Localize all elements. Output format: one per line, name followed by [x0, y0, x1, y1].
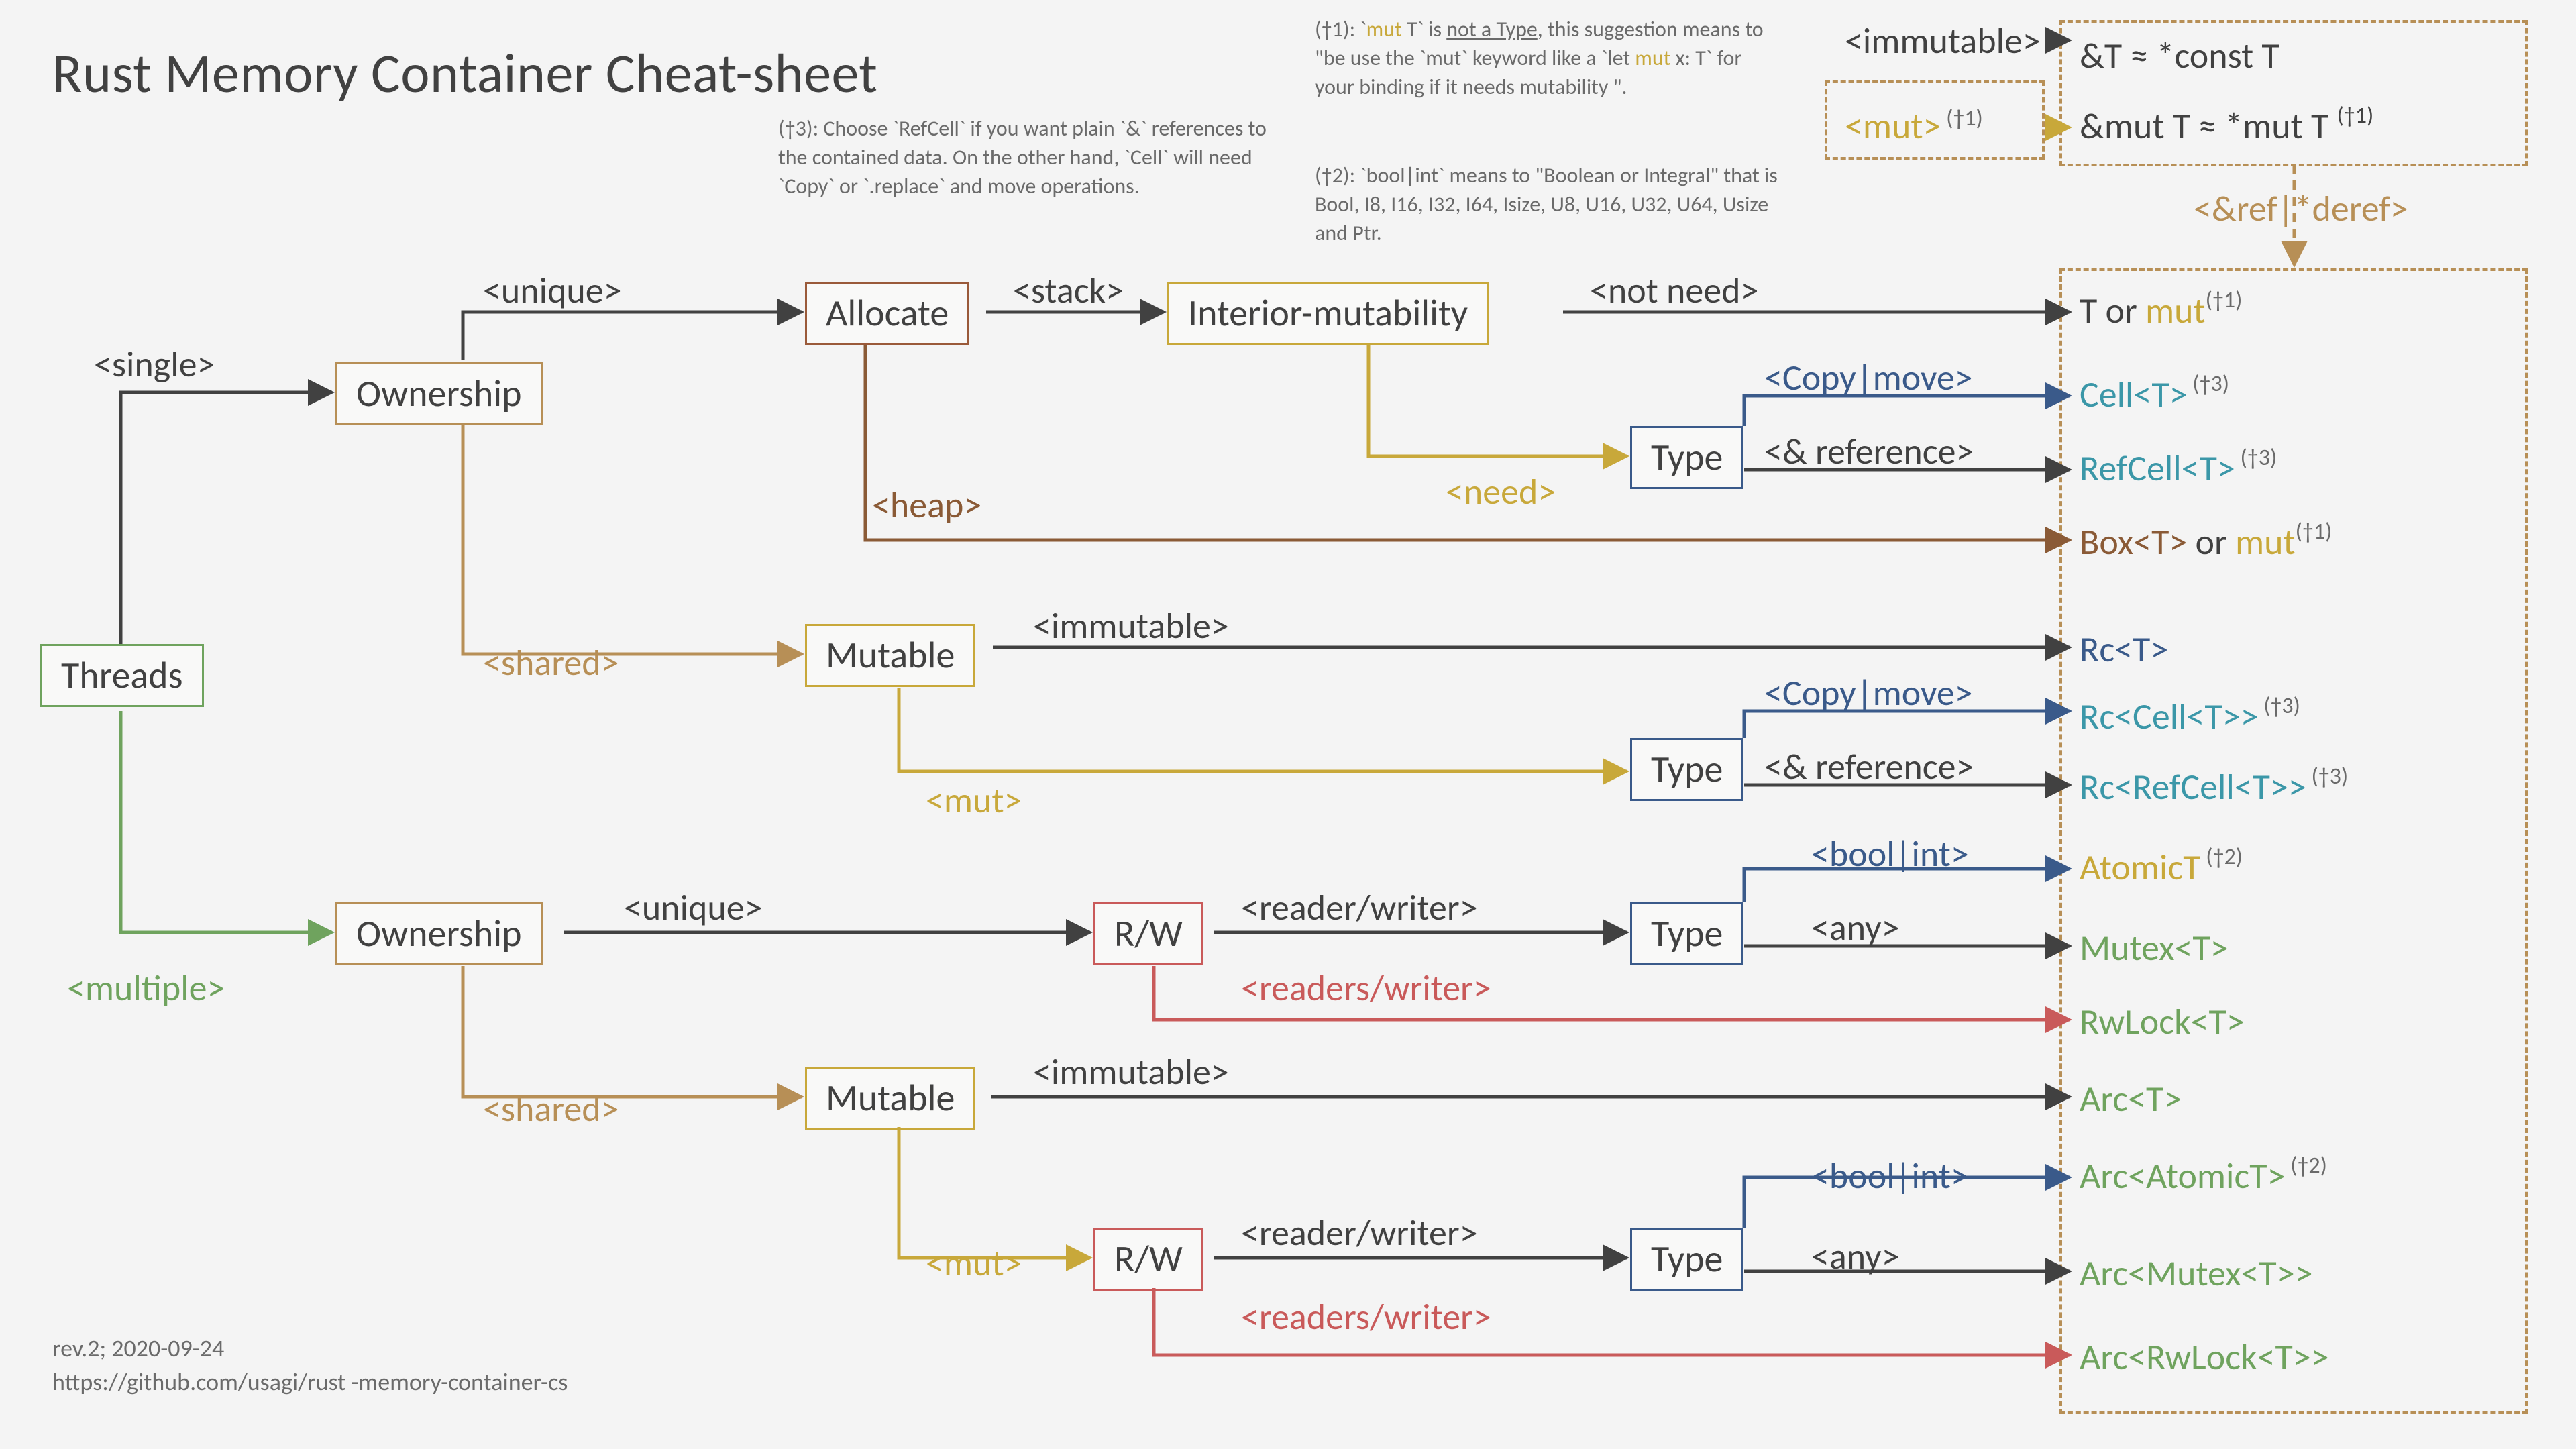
result-arcrwlock: Arc<RwLock<T>>	[2080, 1335, 2329, 1379]
result-rcrefcell: Rc<RefCell<T>> (†3)	[2080, 765, 2348, 809]
mutbox-small	[1825, 80, 2045, 160]
label-immutable-top: <immutable>	[1845, 19, 2041, 63]
result-rccell: Rc<Cell<T>> (†3)	[2080, 694, 2300, 739]
label-boolint-2: <bool|int>	[1811, 1154, 1969, 1198]
node-type-3: Type	[1630, 902, 1743, 965]
node-type-2: Type	[1630, 738, 1743, 801]
node-rw-1: R/W	[1093, 902, 1203, 965]
results-box	[2059, 268, 2528, 1414]
footnote-2: (†2): `bool|int` means to "Boolean or In…	[1315, 161, 1784, 248]
result-mutex: Mutex<T>	[2080, 926, 2229, 970]
label-readerswriter-2: <readers/writer>	[1241, 1295, 1491, 1339]
label-boolint-1: <bool|int>	[1811, 832, 1969, 876]
result-box: Box<T> or mut(†1)	[2080, 520, 2332, 564]
result-rwlock: RwLock<T>	[2080, 1000, 2245, 1044]
page-title: Rust Memory Container Cheat-sheet	[52, 40, 877, 107]
label-need: <need>	[1446, 470, 1556, 514]
label-unique-1: <unique>	[483, 268, 622, 313]
label-stack: <stack>	[1013, 268, 1124, 313]
label-any-1: <any>	[1811, 906, 1899, 950]
label-multiple: <multiple>	[67, 966, 225, 1010]
node-allocate: Allocate	[805, 282, 969, 345]
result-rc: Rc<T>	[2080, 627, 2168, 672]
label-any-2: <any>	[1811, 1234, 1899, 1279]
result-refcell: RefCell<T> (†3)	[2080, 446, 2277, 490]
label-mut-m2: <mut>	[926, 1241, 1022, 1285]
node-ownership-1: Ownership	[335, 362, 543, 425]
node-threads: Threads	[40, 644, 204, 707]
footnote-3: (†3): Choose `RefCell` if you want plain…	[778, 114, 1275, 201]
result-atomict: AtomicT (†2)	[2080, 845, 2243, 890]
label-heap: <heap>	[872, 483, 981, 527]
node-interior: Interior-mutability	[1167, 282, 1489, 345]
label-notneed: <not need>	[1590, 268, 1758, 313]
result-arc: Arc<T>	[2080, 1077, 2182, 1121]
result-cell: Cell<T> (†3)	[2080, 372, 2229, 417]
node-type-1: Type	[1630, 426, 1743, 489]
label-immutable-m1: <immutable>	[1033, 604, 1229, 648]
result-arcatomic: Arc<AtomicT> (†2)	[2080, 1154, 2327, 1198]
result-refmutT: &mut T ≈ *mut T (†1)	[2080, 104, 2373, 148]
label-shared-2: <shared>	[483, 1087, 619, 1131]
label-copymove-2: <Copy|move>	[1764, 671, 1973, 715]
node-mutable-2: Mutable	[805, 1067, 975, 1130]
label-ampref-1: <& reference>	[1764, 429, 1974, 474]
label-immutable-m2: <immutable>	[1033, 1050, 1229, 1094]
label-shared-1: <shared>	[483, 641, 619, 685]
label-unique-2: <unique>	[624, 885, 763, 930]
footer: rev.2; 2020-09-24 https://github.com/usa…	[52, 1332, 568, 1399]
result-refT: &T ≈ *const T	[2080, 34, 2279, 78]
node-mutable-1: Mutable	[805, 624, 975, 687]
label-refderef: <&ref|*deref>	[2194, 186, 2408, 231]
label-single: <single>	[94, 342, 215, 386]
label-copymove-1: <Copy|move>	[1764, 356, 1973, 400]
label-readerwriter-2: <reader/writer>	[1241, 1211, 1478, 1255]
label-readerswriter-1: <readers/writer>	[1241, 966, 1491, 1010]
footnote-1: (†1): `mut T` is not a Type, this sugges…	[1315, 15, 1784, 102]
label-ampref-2: <& reference>	[1764, 745, 1974, 789]
node-ownership-2: Ownership	[335, 902, 543, 965]
result-arcmutex: Arc<Mutex<T>>	[2080, 1251, 2313, 1295]
result-TorMut: T or mut(†1)	[2080, 288, 2242, 333]
node-rw-2: R/W	[1093, 1228, 1203, 1291]
node-type-4: Type	[1630, 1228, 1743, 1291]
label-mut-m1: <mut>	[926, 778, 1022, 822]
label-readerwriter-1: <reader/writer>	[1241, 885, 1478, 930]
